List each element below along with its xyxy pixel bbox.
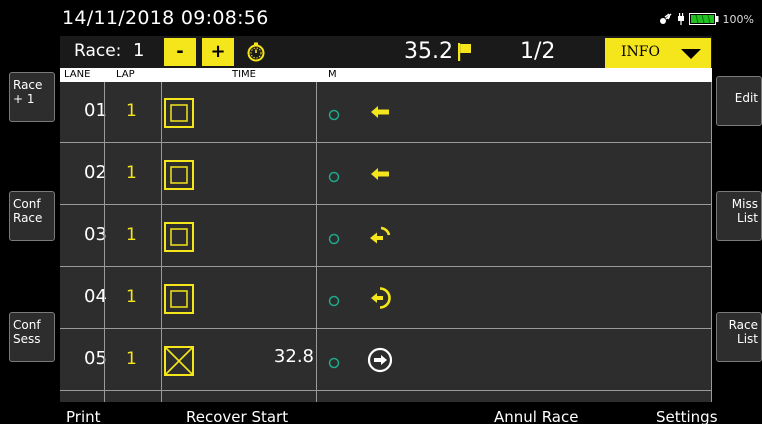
circle-icon	[328, 168, 340, 187]
side-button-label: + 1	[13, 92, 35, 106]
race-label: Race:	[74, 41, 122, 61]
race-time: 35.2	[404, 39, 453, 64]
date-time: 14/11/2018 09:08:56	[62, 7, 269, 29]
lap-count: 1	[126, 349, 137, 369]
square-icon[interactable]	[164, 98, 194, 132]
info-dropdown[interactable]: INFO	[605, 38, 711, 68]
grid-divider	[711, 82, 712, 402]
table-row[interactable]: 02 1	[60, 144, 712, 205]
race-list-button[interactable]: Race List	[716, 312, 762, 362]
table-row[interactable]: 03 1	[60, 206, 712, 267]
bottom-bar: Print Recover Start Annul Race Settings	[0, 402, 762, 424]
arrow-left-icon	[367, 161, 393, 191]
circle-icon	[328, 230, 340, 249]
side-button-label: Miss	[731, 197, 758, 211]
annul-race-button[interactable]: Annul Race	[494, 408, 578, 424]
recover-start-button[interactable]: Recover Start	[186, 408, 288, 424]
arrow-turn-full-icon	[367, 285, 393, 315]
table-row[interactable]: 05 1 32.8	[60, 330, 712, 391]
side-button-label: List	[737, 211, 758, 225]
side-button-label: Edit	[734, 91, 758, 105]
side-button-label: Race	[13, 211, 43, 225]
status-bar: 14/11/2018 09:08:56 100%	[0, 0, 762, 36]
side-button-label: Conf	[13, 318, 41, 332]
side-button-label: Race	[13, 78, 43, 92]
conf-sess-button[interactable]: Conf Sess	[9, 312, 55, 362]
race-increment-button[interactable]: +	[202, 38, 234, 66]
lane-time: 32.8	[273, 346, 314, 367]
race-panel: Race: 1 - + 35.2 1/2 INFO LANE LAP TIME …	[60, 36, 712, 402]
circle-icon	[328, 354, 340, 373]
race-plus-one-button[interactable]: Race + 1	[9, 72, 55, 122]
column-m: M	[328, 69, 337, 80]
race-header: Race: 1 - + 35.2 1/2 INFO	[60, 36, 712, 68]
race-number: 1	[133, 40, 145, 61]
square-icon[interactable]	[164, 222, 194, 256]
grid-divider	[161, 82, 162, 402]
square-icon[interactable]	[164, 284, 194, 318]
side-button-label: Conf	[13, 197, 41, 211]
column-lane: LANE	[64, 69, 91, 80]
race-decrement-button[interactable]: -	[164, 38, 196, 66]
side-button-label: Race	[728, 318, 758, 332]
flag-icon	[458, 43, 472, 65]
lap-count: 1	[126, 163, 137, 183]
lap-count: 1	[126, 287, 137, 307]
square-icon[interactable]	[164, 160, 194, 194]
crossed-square-icon[interactable]	[164, 346, 194, 380]
lap-fraction: 1/2	[520, 39, 556, 64]
settings-button[interactable]: Settings	[656, 408, 718, 424]
print-button[interactable]: Print	[66, 408, 101, 424]
conf-race-button[interactable]: Conf Race	[9, 191, 55, 241]
column-time: TIME	[232, 69, 257, 80]
grid-divider	[316, 82, 317, 402]
satellite-icon	[659, 10, 673, 29]
arrow-right-circle-icon	[367, 347, 393, 377]
side-button-label: Sess	[13, 332, 41, 346]
table-row[interactable]: 01 1	[60, 82, 712, 143]
info-label: INFO	[621, 44, 660, 60]
caret-down-icon	[681, 49, 701, 59]
plug-icon	[677, 10, 685, 29]
lap-count: 1	[126, 101, 137, 121]
arrow-left-icon	[367, 99, 393, 129]
column-lap: LAP	[116, 69, 135, 80]
arrow-turn-half-icon	[367, 223, 393, 253]
table-row[interactable]: 04 1	[60, 268, 712, 329]
circle-icon	[328, 292, 340, 311]
circle-icon	[328, 106, 340, 125]
edit-button[interactable]: Edit	[716, 76, 762, 126]
lap-count: 1	[126, 225, 137, 245]
stopwatch-icon	[246, 42, 266, 66]
side-button-label: List	[737, 332, 758, 346]
column-header: LANE LAP TIME M	[60, 68, 712, 82]
miss-list-button[interactable]: Miss List	[716, 191, 762, 241]
system-icons: 100%	[659, 10, 754, 29]
battery-percent: 100%	[722, 13, 754, 26]
grid-divider	[104, 82, 105, 402]
battery-icon	[688, 10, 719, 29]
